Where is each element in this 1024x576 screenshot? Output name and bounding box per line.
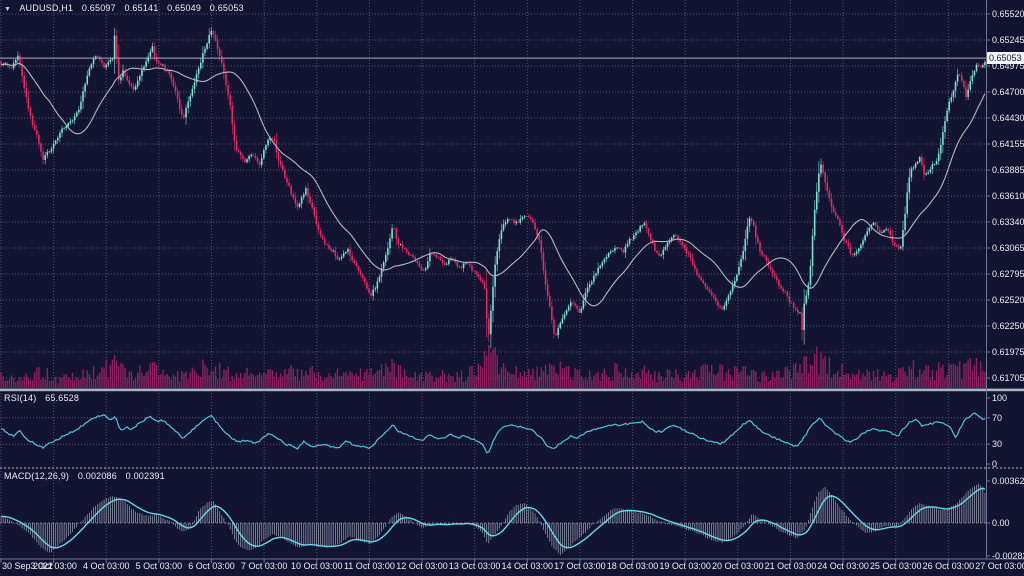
price-axis-label: 0.63065 <box>992 243 1024 253</box>
rsi-axis-label: 70 <box>992 413 1002 423</box>
time-axis-label: 13 Oct 03:00 <box>449 561 501 571</box>
macd-axis-label: 0.003626 <box>992 476 1024 486</box>
symbol-label: AUDUSD,H1 <box>19 3 73 13</box>
trading-chart-window: 0.655200.652450.649750.647000.644300.641… <box>0 0 1024 576</box>
time-axis-label: 3 Oct 03:00 <box>30 561 77 571</box>
ohlc-close: 0.65053 <box>210 3 244 13</box>
rsi-value: 65.6528 <box>45 393 79 403</box>
time-axis-label: 11 Oct 03:00 <box>344 561 395 571</box>
time-axis-label: 17 Oct 03:00 <box>554 561 606 571</box>
time-axis-label: 18 Oct 03:00 <box>607 561 659 571</box>
price-axis-label: 0.62520 <box>992 295 1024 305</box>
time-axis-label: 26 Oct 03:00 <box>923 561 975 571</box>
price-axis-label: 0.63610 <box>992 191 1024 201</box>
price-axis-label: 0.61705 <box>992 373 1024 383</box>
rsi-axis-label: 30 <box>992 439 1002 449</box>
price-axis-label: 0.64430 <box>992 113 1024 123</box>
chart-canvas[interactable]: 0.655200.652450.649750.647000.644300.641… <box>0 0 1024 576</box>
macd-value: 0.002086 <box>78 471 117 481</box>
time-axis-label: 25 Oct 03:00 <box>870 561 922 571</box>
rsi-panel-header: RSI(14) 65.6528 <box>4 393 85 403</box>
time-axis-label: 10 Oct 03:00 <box>291 561 343 571</box>
macd-axis-label: -0.002836 <box>992 551 1024 561</box>
price-axis-label: 0.65520 <box>992 9 1024 19</box>
price-axis-label: 0.64155 <box>992 139 1024 149</box>
rsi-axis-label: 100 <box>992 393 1007 403</box>
ohlc-high: 0.65141 <box>125 3 159 13</box>
time-axis-label: 20 Oct 03:00 <box>712 561 764 571</box>
ohlc-low: 0.65049 <box>167 3 201 13</box>
chart-symbol-header: ▼ AUDUSD,H1 0.65097 0.65141 0.65049 0.65… <box>4 3 250 13</box>
time-axis-label: 7 Oct 03:00 <box>241 561 288 571</box>
time-axis-label: 19 Oct 03:00 <box>659 561 711 571</box>
chart-background <box>0 0 1024 576</box>
panel-divider[interactable] <box>0 389 1024 392</box>
macd-axis-label: 0.00 <box>992 518 1010 528</box>
price-axis-label: 0.61975 <box>992 347 1024 357</box>
price-axis-label: 0.65245 <box>992 35 1024 45</box>
price-axis-label: 0.62795 <box>992 269 1024 279</box>
price-axis-label: 0.63885 <box>992 165 1024 175</box>
collapse-triangle-icon[interactable]: ▼ <box>4 6 11 13</box>
price-axis-label: 0.64700 <box>992 87 1024 97</box>
time-axis-label: 12 Oct 03:00 <box>396 561 448 571</box>
time-axis-label: 6 Oct 03:00 <box>188 561 235 571</box>
rsi-label: RSI(14) <box>4 393 36 403</box>
price-axis-label: 0.62250 <box>992 321 1024 331</box>
price-axis-label: 0.63340 <box>992 217 1024 227</box>
macd-label: MACD(12,26,9) <box>4 471 69 481</box>
time-axis: 30 Sep 20223 Oct 03:004 Oct 03:005 Oct 0… <box>1 559 1024 571</box>
price-axis: 0.655200.652450.649750.647000.644300.641… <box>986 9 1024 383</box>
time-axis-label: 14 Oct 03:00 <box>502 561 554 571</box>
current-price-tag: 0.65053 <box>987 52 1024 64</box>
macd-signal-value: 0.002391 <box>126 471 165 481</box>
time-axis-label: 21 Oct 03:00 <box>765 561 817 571</box>
macd-panel-header: MACD(12,26,9) 0.002086 0.002391 <box>4 471 171 481</box>
rsi-axis-label: 0 <box>992 459 997 469</box>
time-axis-label: 4 Oct 03:00 <box>83 561 130 571</box>
ohlc-open: 0.65097 <box>82 3 116 13</box>
time-axis-label: 24 Oct 03:00 <box>817 561 869 571</box>
time-axis-label: 27 Oct 03:00 <box>975 561 1024 571</box>
time-axis-label: 5 Oct 03:00 <box>136 561 183 571</box>
